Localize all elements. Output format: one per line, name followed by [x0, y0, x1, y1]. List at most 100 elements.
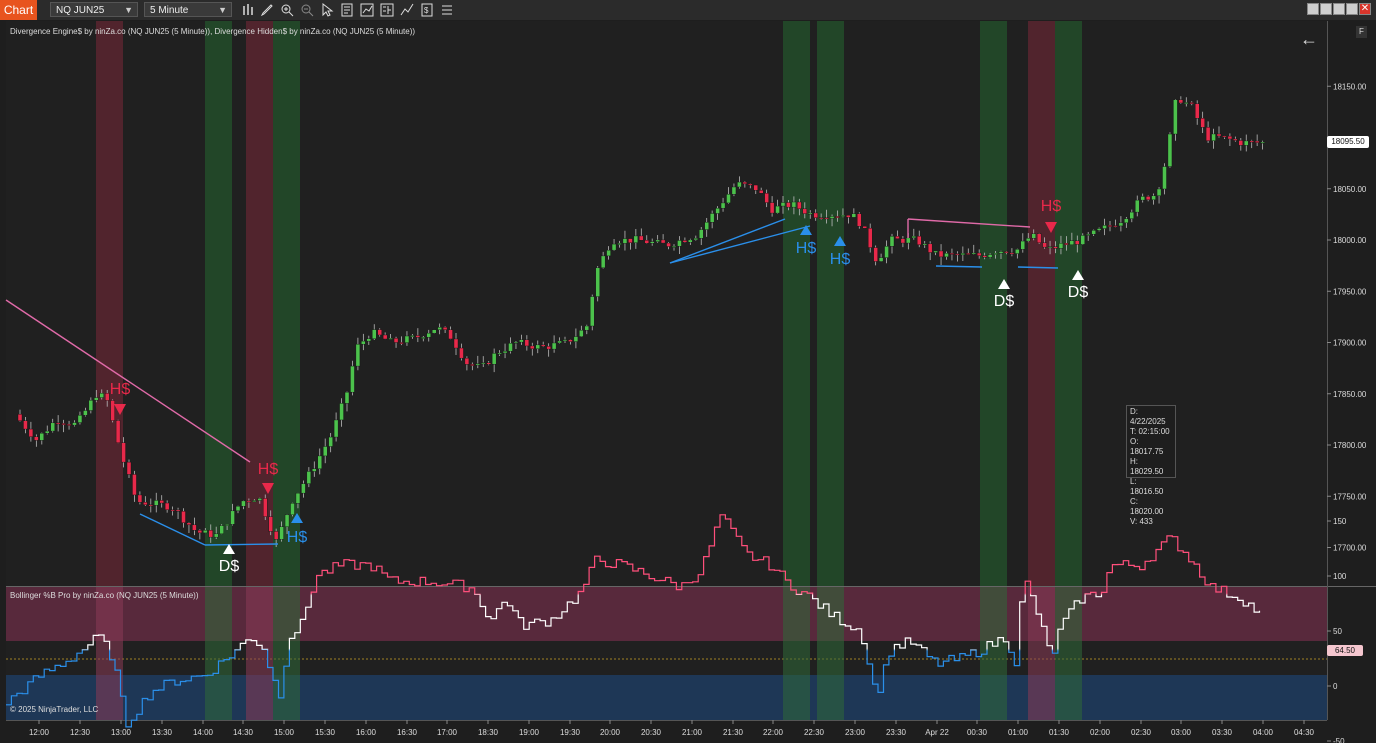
- candle-body: [312, 468, 317, 472]
- zone-band: [205, 21, 232, 586]
- candle-body: [835, 216, 840, 218]
- time-tick-label: 12:30: [70, 728, 91, 737]
- candle-body: [66, 424, 72, 426]
- candle-body: [1151, 195, 1156, 201]
- candle-body: [333, 419, 339, 438]
- candle-body: [415, 335, 421, 338]
- candle-body: [944, 253, 949, 258]
- candle-body: [715, 207, 720, 214]
- candle-body: [726, 194, 731, 204]
- interval-value: 5 Minute: [150, 5, 189, 16]
- candle-body: [175, 509, 181, 512]
- zoom-in-icon[interactable]: [280, 3, 294, 17]
- candle-body: [1085, 234, 1091, 236]
- candle-body: [889, 236, 895, 247]
- candle-body: [1124, 218, 1129, 224]
- candle-body: [622, 238, 628, 244]
- restore-icon[interactable]: [1346, 3, 1358, 15]
- candle-body: [1031, 233, 1036, 239]
- candle-body: [502, 350, 508, 354]
- time-tick-label: 02:30: [1131, 728, 1152, 737]
- candle-body: [344, 391, 350, 404]
- candle-body: [230, 510, 235, 525]
- candle-body: [88, 400, 94, 411]
- data-box-open: O: 18017.75: [1130, 437, 1164, 456]
- time-tick-label: Apr 22: [925, 728, 949, 737]
- candle-body: [1009, 252, 1015, 255]
- candle-body: [110, 400, 115, 421]
- candle-body: [720, 202, 726, 209]
- signal-label: H$: [1041, 198, 1062, 215]
- candle-body: [1020, 240, 1025, 250]
- time-tick-label: 15:30: [315, 728, 336, 737]
- time-tick-label: 21:30: [723, 728, 744, 737]
- candle-body: [1189, 102, 1194, 104]
- candle-body: [34, 436, 39, 441]
- tile-icon[interactable]: [1307, 3, 1319, 15]
- zone-band: [96, 21, 123, 586]
- candle-body: [410, 335, 415, 337]
- candle-body: [399, 342, 404, 344]
- candle-body: [1075, 240, 1080, 245]
- data-box-high: H: 18029.50: [1130, 457, 1164, 476]
- candle-body: [388, 338, 393, 340]
- candle-body: [791, 201, 797, 208]
- candle-body: [1080, 235, 1085, 245]
- template-icon[interactable]: [400, 3, 414, 17]
- candle-body: [938, 250, 944, 258]
- close-icon[interactable]: ✕: [1359, 3, 1371, 15]
- time-tick-label: 18:30: [478, 728, 499, 737]
- draw-pencil-icon[interactable]: [260, 3, 274, 17]
- strategies-icon[interactable]: [380, 3, 394, 17]
- properties-icon[interactable]: [340, 3, 354, 17]
- candle-body: [639, 235, 644, 241]
- candle-body: [28, 428, 34, 437]
- percent-b-value-label: 64.50: [1327, 645, 1363, 656]
- candle-body: [224, 524, 230, 526]
- candle-body: [1113, 225, 1118, 228]
- candle-body: [137, 494, 143, 503]
- instrument-selector[interactable]: NQ JUN25 ▼: [50, 2, 138, 17]
- candle-body: [829, 216, 835, 219]
- price-tick-label: 17900.00: [1333, 339, 1367, 348]
- f-button[interactable]: F: [1356, 26, 1367, 38]
- zoom-out-icon[interactable]: [300, 3, 314, 17]
- candle-body: [573, 336, 579, 342]
- zone-band: [1055, 21, 1082, 586]
- candle-body: [513, 341, 519, 344]
- candle-body: [393, 338, 399, 343]
- candle-body: [1036, 233, 1042, 244]
- candle-body: [1211, 133, 1216, 141]
- interval-selector[interactable]: 5 Minute ▼: [144, 2, 232, 17]
- signal-label: H$: [796, 240, 817, 257]
- candle-body: [1118, 222, 1124, 227]
- time-tick-label: 00:30: [967, 728, 988, 737]
- minimize-window-button[interactable]: [1333, 3, 1345, 15]
- candle-body: [235, 506, 241, 512]
- back-arrow-icon[interactable]: ←: [1300, 29, 1318, 50]
- candle-body: [39, 433, 44, 441]
- candle-body: [126, 461, 132, 475]
- candle-body: [159, 500, 164, 504]
- candle-body: [955, 253, 960, 256]
- candle-body: [917, 235, 922, 245]
- candle-body: [317, 455, 322, 470]
- list-icon[interactable]: [440, 3, 454, 17]
- time-tick-label: 13:30: [152, 728, 173, 737]
- candle-body: [759, 190, 764, 194]
- chart-canvas[interactable]: H$ H$ H$ D$ H$ H$ H$ D$ D$ 18150.00 18050.00 18000…: [0, 20, 1376, 743]
- minimize-icon[interactable]: [1320, 3, 1332, 15]
- chart-tab[interactable]: Chart: [0, 0, 37, 20]
- candle-body: [764, 193, 769, 203]
- candle-body: [186, 522, 192, 526]
- candle-body: [1184, 102, 1189, 104]
- indicators-icon[interactable]: [360, 3, 374, 17]
- candle-body: [1222, 135, 1227, 138]
- svg-text:$: $: [424, 6, 429, 15]
- bar-style-icon[interactable]: [241, 3, 255, 17]
- data-box-icon[interactable]: $: [420, 3, 434, 17]
- candle-body: [933, 250, 938, 253]
- candle-body: [50, 422, 55, 432]
- pointer-icon[interactable]: [320, 3, 334, 17]
- time-tick-label: 21:00: [682, 728, 703, 737]
